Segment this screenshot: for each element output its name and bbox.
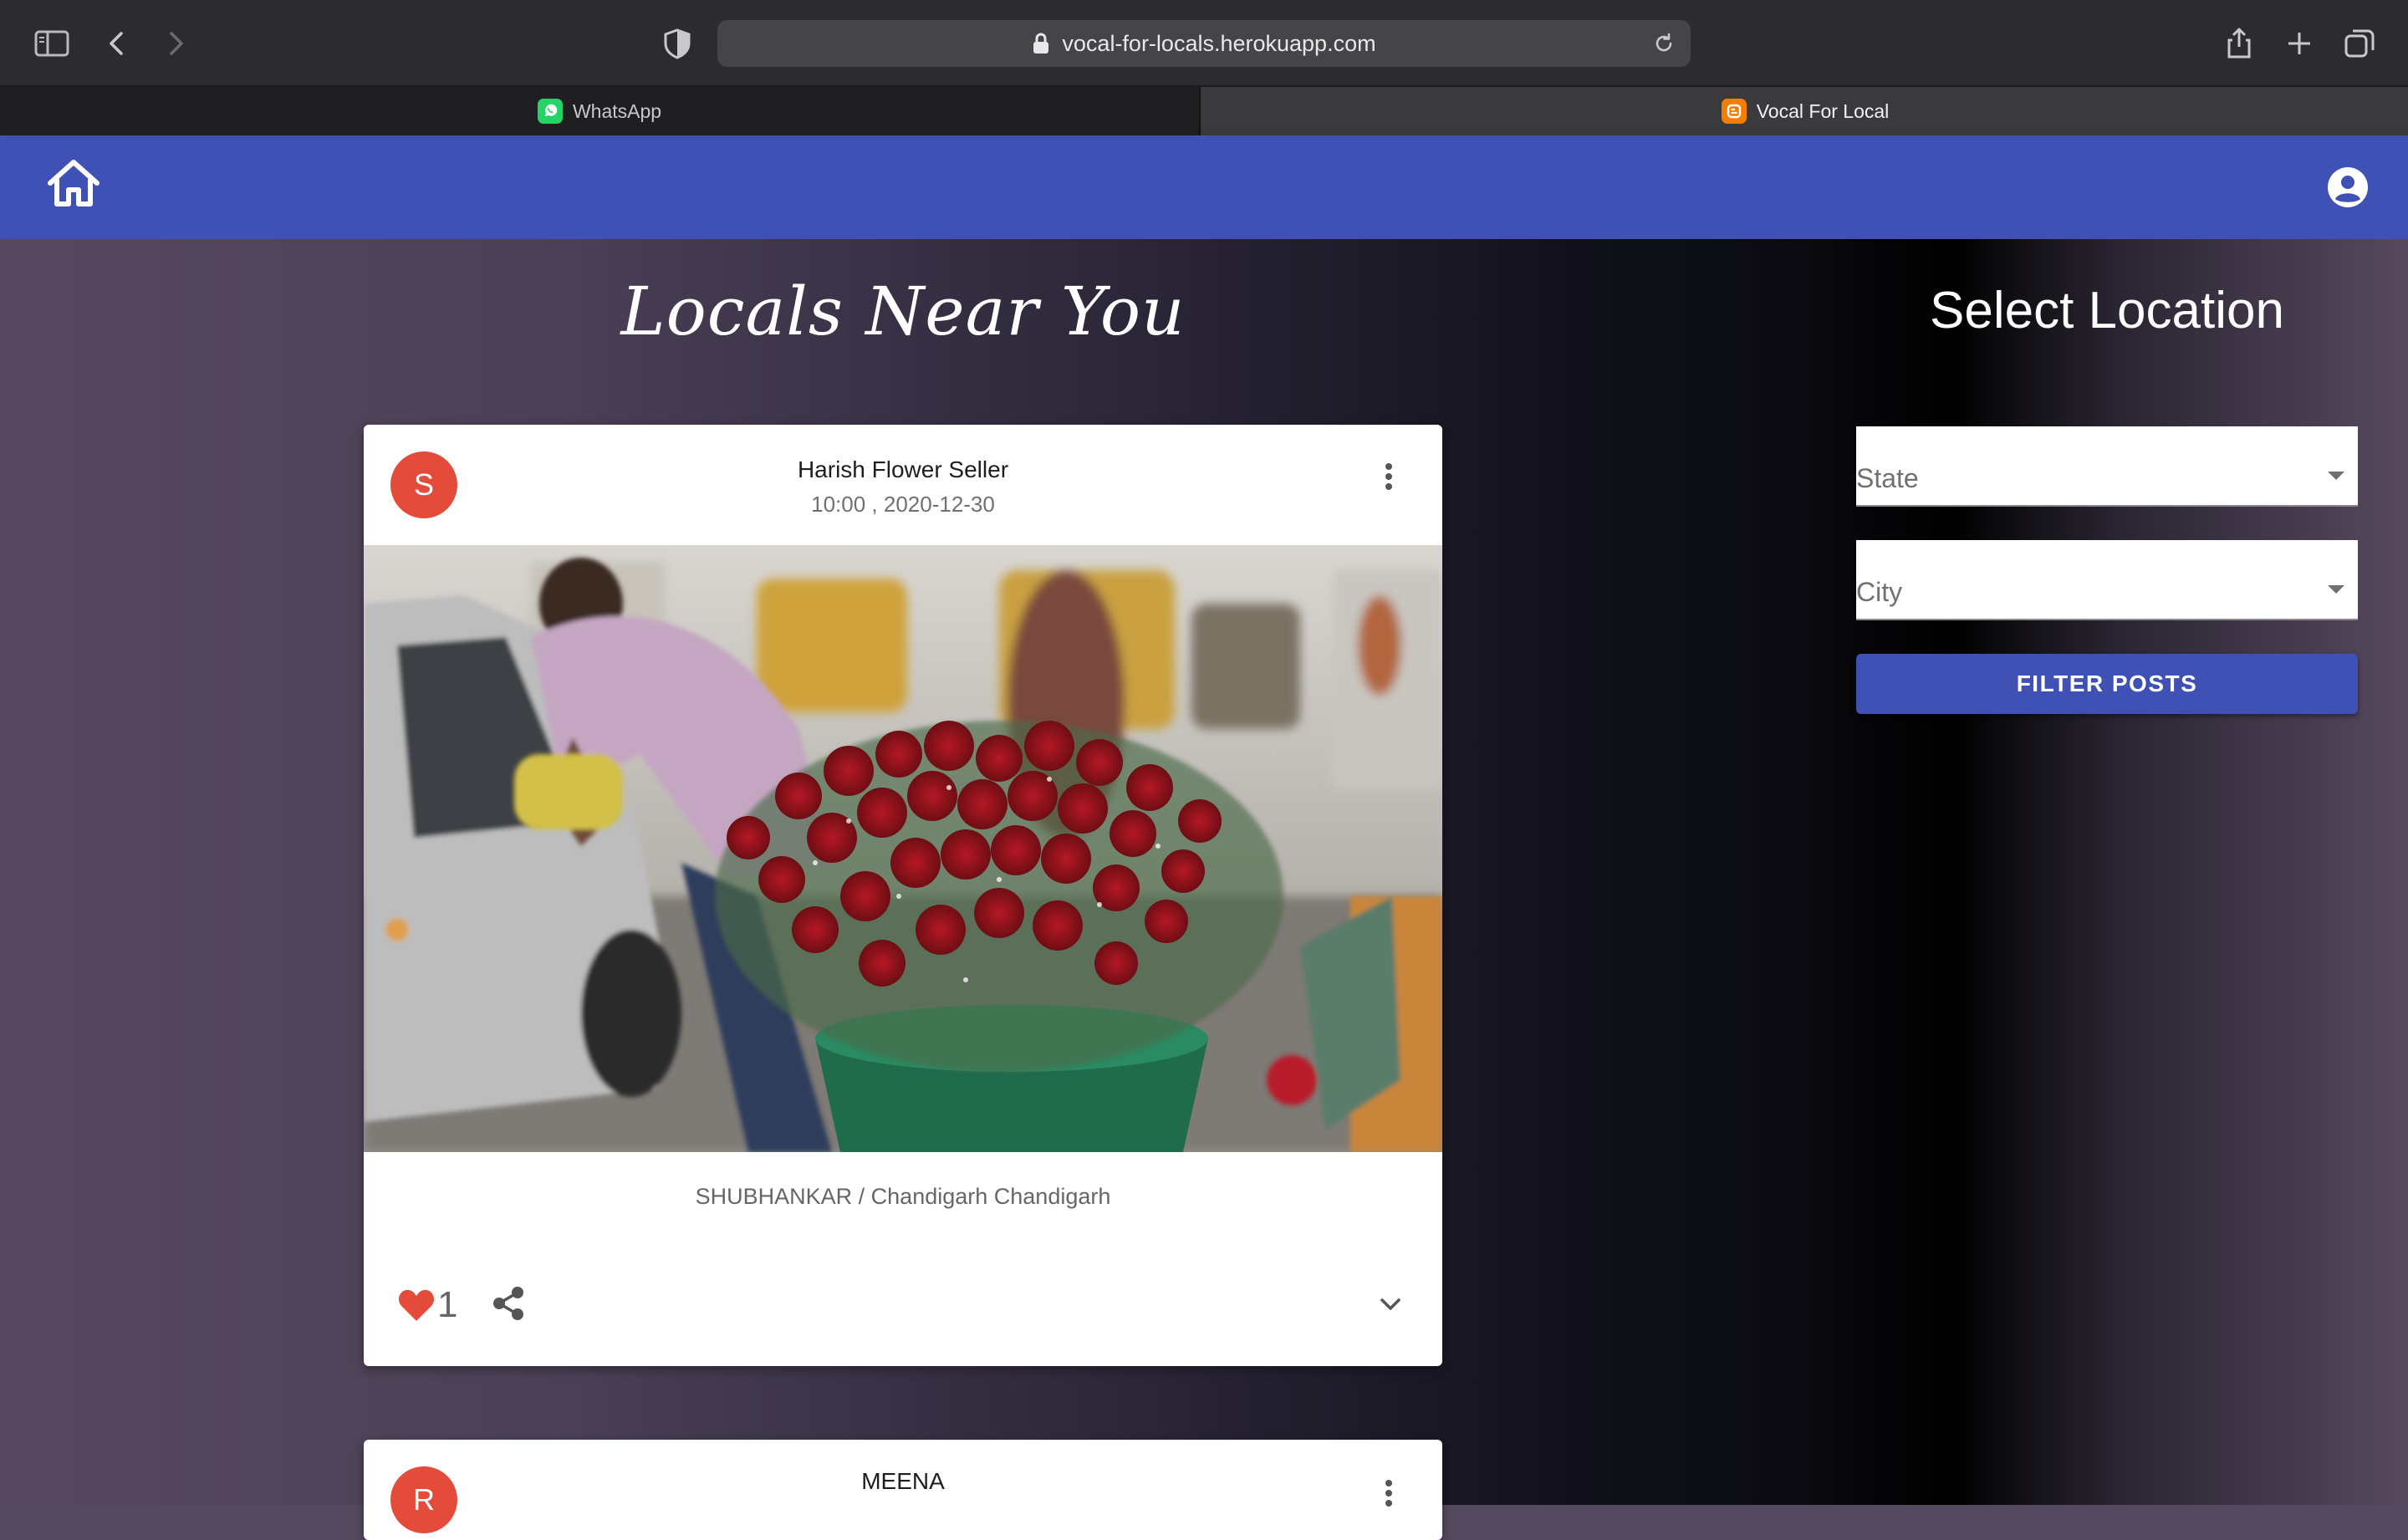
blogger-icon [1721,99,1747,124]
address-bar[interactable]: vocal-for-locals.herokuapp.com [717,20,1691,67]
share-button[interactable] [489,1284,528,1323]
state-select-label: State [1856,463,1919,493]
account-circle-icon [2328,167,2368,207]
share-page-icon[interactable] [2221,25,2258,62]
post-title: Harish Flower Seller [797,456,1009,482]
tab-vocal-for-local[interactable]: Vocal For Local [1202,87,2408,135]
tab-whatsapp[interactable]: WhatsApp [0,87,1201,135]
home-icon [48,160,99,207]
page-title: Locals Near You [620,273,1186,350]
forward-icon[interactable] [157,25,194,62]
whatsapp-icon [537,99,563,124]
tab-label: WhatsApp [572,99,662,122]
sidebar-toggle-icon[interactable] [33,25,70,62]
new-tab-icon[interactable] [2281,25,2318,62]
page-content: Locals Near You S Harish Flower Seller 1… [0,239,2408,1540]
more-vert-icon [1385,463,1392,490]
app-bar [0,135,2408,239]
card-actions: 1 [364,1241,1442,1366]
select-location-title: Select Location [1930,282,2284,339]
post-card: R MEENA [364,1440,1442,1540]
account-button[interactable] [2326,166,2370,209]
dropdown-arrow-icon [2328,585,2344,594]
tab-overview-icon[interactable] [2341,25,2378,62]
url-text: vocal-for-locals.herokuapp.com [1062,30,1376,56]
post-image [364,545,1442,1152]
lock-icon [1033,33,1049,54]
tab-label: Vocal For Local [1756,99,1890,122]
city-select-label: City [1856,577,1903,607]
post-card: S Harish Flower Seller 10:00 , 2020-12-3… [364,425,1442,1366]
chevron-down-icon [1380,1298,1400,1310]
tab-bar: WhatsApp Vocal For Local [0,87,2408,135]
privacy-shield-icon[interactable] [659,25,696,62]
city-select[interactable]: City [1856,540,2358,620]
filter-posts-button[interactable]: FILTER POSTS [1856,654,2358,714]
heart-icon [398,1289,435,1321]
dropdown-arrow-icon [2328,472,2344,480]
like-button[interactable]: 1 [397,1284,457,1326]
card-header: R MEENA [364,1440,1442,1540]
share-icon [493,1287,523,1320]
state-select[interactable]: State [1856,426,2358,507]
post-title: MEENA [861,1468,945,1494]
home-button[interactable] [42,152,105,216]
like-count: 1 [437,1284,458,1325]
post-description: SHUBHANKAR / Chandigarh Chandigarh [695,1183,1111,1209]
more-vert-icon [1385,1480,1392,1507]
post-timestamp: 10:00 , 2020-12-30 [811,492,995,517]
back-icon[interactable] [99,25,135,62]
expand-button[interactable] [1374,1288,1407,1321]
flower-seller-image [364,545,1442,1152]
more-options-button[interactable] [1369,1473,1409,1513]
card-header: S Harish Flower Seller 10:00 , 2020-12-3… [364,425,1442,545]
reload-icon[interactable] [1650,30,1677,57]
more-options-button[interactable] [1369,456,1409,497]
browser-toolbar: vocal-for-locals.herokuapp.com [0,0,2408,87]
